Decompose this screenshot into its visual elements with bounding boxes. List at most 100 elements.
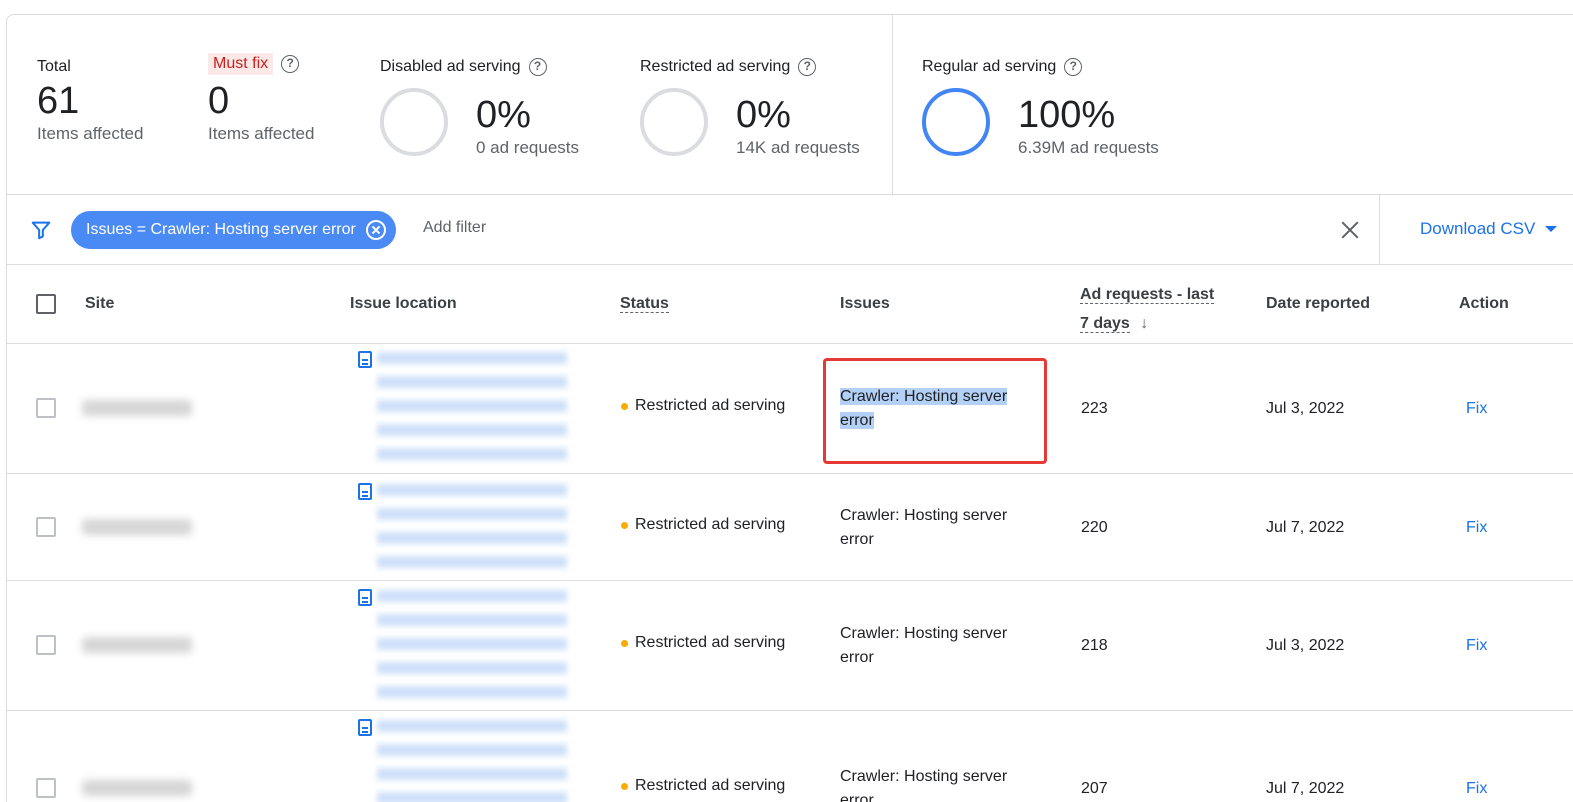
status-label: Restricted ad serving: [635, 397, 786, 414]
regular-label: Regular ad serving: [922, 58, 1057, 75]
disabled-values: 0% 0 ad requests: [476, 93, 579, 159]
header-status-label: Status: [620, 295, 669, 313]
date-cell: Jul 3, 2022: [1266, 637, 1345, 654]
download-csv-button[interactable]: Download CSV: [1420, 219, 1558, 239]
issue-cell: Crawler: Hosting server error: [840, 622, 1040, 670]
status-cell: Restricted ad serving: [621, 777, 785, 795]
date-cell: Jul 7, 2022: [1266, 519, 1345, 536]
status-dot: [621, 782, 628, 790]
summary-divider: [892, 15, 893, 195]
header-issues[interactable]: Issues: [840, 295, 890, 313]
status-dot: [621, 639, 628, 647]
must-fix-label: Must fix: [208, 53, 274, 75]
regular-value: 100%: [1018, 94, 1116, 136]
disabled-metric: Disabled ad serving ?: [380, 55, 547, 79]
restricted-value: 0%: [736, 94, 791, 136]
total-metric: Total 61 Items affected: [37, 55, 143, 145]
disabled-value: 0%: [476, 94, 531, 136]
filter-bar: Issues = Crawler: Hosting server error A…: [7, 195, 1573, 265]
status-label: Restricted ad serving: [635, 634, 786, 651]
help-icon[interactable]: ?: [1064, 58, 1083, 76]
total-label: Total: [37, 58, 71, 75]
header-date-reported[interactable]: Date reported: [1266, 295, 1370, 313]
disabled-ring-chart: [380, 88, 448, 156]
table-header: Site Issue location Status Issues Ad req…: [7, 265, 1573, 344]
row-checkbox[interactable]: [36, 778, 56, 798]
issue-location-redacted[interactable]: [377, 590, 567, 702]
add-filter-input[interactable]: Add filter: [423, 219, 486, 237]
help-icon[interactable]: ?: [528, 58, 547, 76]
header-ad-requests[interactable]: Ad requests - last 7 days ↓: [1080, 280, 1215, 338]
ad-requests-cell: 223: [1081, 400, 1108, 417]
caret-down-icon: [1545, 226, 1558, 232]
site-name-redacted: [82, 519, 192, 535]
regular-values: 100% 6.39M ad requests: [1018, 93, 1159, 159]
status-label: Restricted ad serving: [635, 777, 786, 794]
status-label: Restricted ad serving: [635, 516, 786, 533]
restricted-values: 0% 14K ad requests: [736, 93, 860, 159]
status-dot: [621, 521, 628, 529]
total-sub: Items affected: [37, 124, 144, 143]
issue-label: Crawler: Hosting server error: [840, 625, 1008, 666]
filter-divider: [1379, 195, 1380, 265]
row-checkbox[interactable]: [36, 398, 56, 418]
header-issue-location[interactable]: Issue location: [350, 295, 457, 313]
issue-location-redacted[interactable]: [377, 484, 567, 572]
issue-label: Crawler: Hosting server error: [840, 507, 1008, 548]
close-circle-icon[interactable]: [365, 220, 386, 240]
issue-label: Crawler: Hosting server error: [840, 768, 1008, 802]
fix-link[interactable]: Fix: [1466, 519, 1487, 537]
filter-chip-label: Issues = Crawler: Hosting server error: [86, 221, 356, 238]
help-icon[interactable]: ?: [281, 55, 300, 73]
row-checkbox[interactable]: [36, 635, 56, 655]
issue-location-redacted[interactable]: [377, 720, 567, 802]
row-checkbox[interactable]: [36, 517, 56, 537]
summary-section: Total 61 Items affected Must fix ? 0 Ite…: [7, 15, 1573, 195]
disabled-sub: 0 ad requests: [476, 138, 580, 157]
fix-link[interactable]: Fix: [1466, 400, 1487, 418]
policy-center-panel: Total 61 Items affected Must fix ? 0 Ite…: [6, 14, 1573, 802]
status-dot: [621, 402, 628, 410]
status-cell: Restricted ad serving: [621, 397, 785, 415]
document-icon: [358, 719, 372, 736]
fix-link[interactable]: Fix: [1466, 637, 1487, 655]
regular-metric: Regular ad serving ?: [922, 55, 1083, 79]
issue-location-redacted[interactable]: [377, 352, 567, 464]
filter-icon[interactable]: [30, 219, 52, 241]
site-name-redacted: [82, 780, 192, 796]
ad-requests-cell: 220: [1081, 519, 1108, 536]
document-icon: [358, 351, 372, 368]
total-value: 61: [37, 80, 80, 122]
ad-requests-cell: 207: [1081, 780, 1108, 797]
filter-chip[interactable]: Issues = Crawler: Hosting server error: [71, 211, 396, 249]
restricted-ring-chart: [640, 88, 708, 156]
header-site[interactable]: Site: [85, 295, 114, 313]
date-cell: Jul 3, 2022: [1266, 400, 1345, 417]
header-action: Action: [1459, 295, 1509, 312]
issue-cell: Crawler: Hosting server error: [840, 504, 1040, 552]
must-fix-metric: Must fix ? 0 Items affected: [208, 49, 314, 145]
help-icon[interactable]: ?: [798, 58, 817, 76]
site-name-redacted: [82, 637, 192, 653]
table-row: Restricted ad serving Crawler: Hosting s…: [7, 711, 1573, 802]
restricted-metric: Restricted ad serving ?: [640, 55, 817, 79]
status-cell: Restricted ad serving: [621, 634, 785, 652]
close-icon[interactable]: [1338, 218, 1362, 242]
header-requests-line2: 7 days: [1080, 315, 1130, 333]
header-status[interactable]: Status: [620, 295, 669, 313]
header-requests-line1: Ad requests - last: [1080, 286, 1215, 304]
issue-cell: Crawler: Hosting server error: [840, 765, 1040, 802]
must-fix-value: 0: [208, 80, 230, 122]
table-row: Restricted ad serving Crawler: Hosting s…: [7, 344, 1573, 474]
arrow-down-icon[interactable]: ↓: [1140, 315, 1148, 332]
date-cell: Jul 7, 2022: [1266, 780, 1345, 797]
select-all-checkbox[interactable]: [36, 294, 56, 314]
fix-link[interactable]: Fix: [1466, 780, 1487, 798]
ad-requests-cell: 218: [1081, 637, 1108, 654]
restricted-sub: 14K ad requests: [736, 138, 860, 157]
regular-sub: 6.39M ad requests: [1018, 138, 1159, 157]
must-fix-sub: Items affected: [208, 124, 315, 143]
status-cell: Restricted ad serving: [621, 516, 785, 534]
table-row: Restricted ad serving Crawler: Hosting s…: [7, 581, 1573, 711]
highlight-annotation: [823, 358, 1047, 464]
